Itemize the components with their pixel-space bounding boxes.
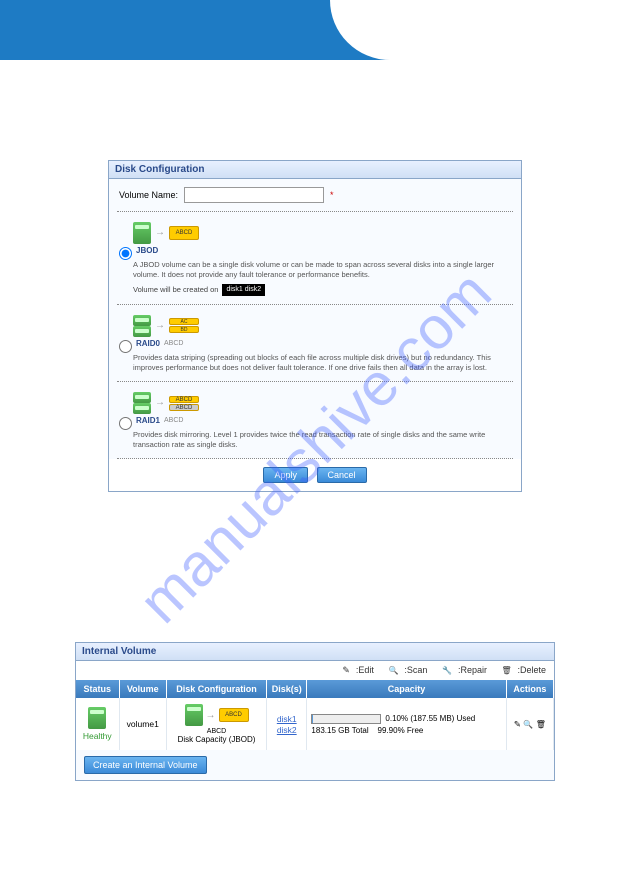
disks-cell: disk1 disk2 [267,698,307,750]
arrow-icon: → [155,226,165,240]
delete-action[interactable]: :Delete [495,665,546,675]
config-cell: → ABCD ABCD Disk Capacity (JBOD) [166,698,266,750]
volume-name-row: Volume Name: * [109,179,521,211]
col-disks: Disk(s) [267,680,307,698]
action-bar: :Edit :Scan :Repair :Delete [76,661,554,680]
config-sublabel: ABCD [171,728,262,735]
cancel-button[interactable]: Cancel [317,467,367,483]
raid0-diag-label: ABCD [164,339,183,348]
status-cell: Healthy [76,698,119,750]
disk-icon [185,704,203,726]
raid1-radio[interactable] [119,417,132,430]
storage-icon: BD [169,326,199,333]
raid-option-jbod: → ABCD JBOD A JBOD volume can be a singl… [109,212,521,304]
raid1-description: Provides disk mirroring. Level 1 provide… [133,430,511,450]
apply-button[interactable]: Apply [263,467,308,483]
raid1-diagram: → ABCD ABCD [133,392,511,414]
volume-created-row: Volume will be created on disk1 disk2 [133,284,511,296]
repair-action[interactable]: :Repair [436,665,487,675]
raid-option-raid1: → ABCD ABCD RAID1 ABCD Provides disk mir… [109,382,521,458]
jbod-radio[interactable] [119,247,132,260]
table-row: Healthy volume1 → ABCD ABCD Disk Capacit… [76,698,554,750]
raid-option-raid0: → AC BD RAID0 ABCD Provides data stripin… [109,305,521,381]
col-capacity: Capacity [307,680,506,698]
disk-link[interactable]: disk1 [271,714,302,724]
edit-action[interactable]: :Edit [334,665,374,675]
arrow-icon: → [155,319,165,333]
button-row: Apply Cancel [109,459,521,491]
actions-cell [506,698,553,750]
panel-title: Internal Volume [76,643,554,661]
volume-table: Status Volume Disk Configuration Disk(s)… [76,680,554,750]
storage-icon: ABCD [169,404,199,411]
col-actions: Actions [506,680,553,698]
panel-title: Disk Configuration [109,161,521,179]
disk-icon [133,315,151,326]
jbod-label: JBOD [136,246,158,257]
storage-icon: ABCD [169,226,199,240]
row-scan-icon[interactable] [523,719,533,729]
free-text: 99.90% Free [378,726,424,735]
raid0-diagram: → AC BD [133,315,511,337]
table-header-row: Status Volume Disk Configuration Disk(s)… [76,680,554,698]
disk-configuration-panel: Disk Configuration Volume Name: * → ABCD… [108,160,522,492]
scan-icon [388,665,398,675]
disk-link[interactable]: disk2 [271,725,302,735]
storage-icon: AC [169,318,199,325]
volume-created-label: Volume will be created on [133,285,218,295]
jbod-diagram: → ABCD [133,222,511,244]
repair-icon [442,665,452,675]
col-volume: Volume [119,680,166,698]
used-text: 0.10% (187.55 MB) Used [385,715,475,724]
storage-icon: ABCD [219,708,249,722]
scan-action[interactable]: :Scan [382,665,427,675]
page-header [0,0,630,60]
disk-icon [133,403,151,414]
capacity-cell: 0.10% (187.55 MB) Used 183.15 GB Total 9… [307,698,506,750]
volume-name-input[interactable] [184,187,324,203]
row-delete-icon[interactable] [536,719,546,729]
raid0-radio[interactable] [119,340,132,353]
raid1-diag-label: ABCD [164,416,183,425]
disk-list-box: disk1 disk2 [222,284,265,296]
raid1-label: RAID1 [136,416,160,427]
delete-icon [501,665,511,675]
edit-icon [340,665,350,675]
arrow-icon: → [206,710,216,721]
arrow-icon: → [155,396,165,410]
status-text: Healthy [83,731,112,741]
raid0-label: RAID0 [136,339,160,350]
total-text: 183.15 GB Total [311,726,368,735]
disk-icon [133,326,151,337]
disk-icon [133,392,151,403]
raid0-description: Provides data striping (spreading out bl… [133,353,511,373]
capacity-progress-bar [311,714,381,724]
required-marker: * [330,190,334,200]
internal-volume-panel: Internal Volume :Edit :Scan :Repair :Del… [75,642,555,781]
config-caption: Disk Capacity (JBOD) [171,735,262,744]
col-config: Disk Configuration [166,680,266,698]
volume-cell: volume1 [119,698,166,750]
create-volume-button[interactable]: Create an Internal Volume [84,756,207,774]
col-status: Status [76,680,119,698]
row-edit-icon[interactable] [514,719,521,729]
jbod-description: A JBOD volume can be a single disk volum… [133,260,511,280]
storage-icon: ABCD [169,396,199,403]
healthy-icon [88,707,106,729]
volume-name-label: Volume Name: [119,190,178,200]
disk-icon [133,222,151,244]
